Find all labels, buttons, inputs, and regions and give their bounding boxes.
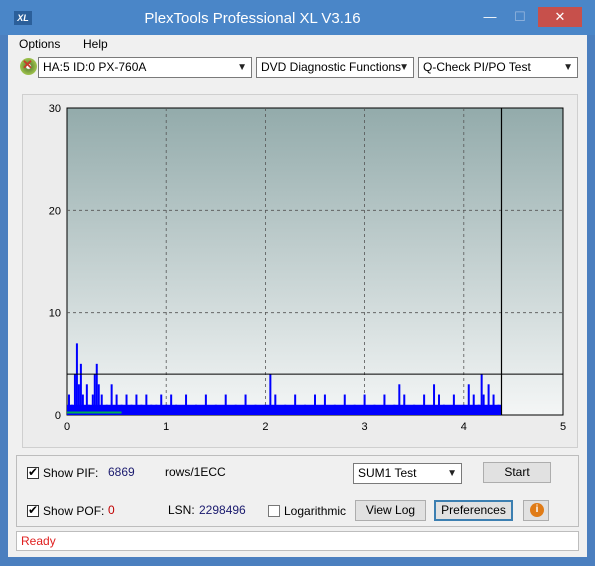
chevron-down-icon: ▼ [563,62,573,73]
client-area: Options Help HA:5 ID:0 PX-760A ▼ DVD Dia… [8,35,587,557]
maximize-button[interactable]: ☐ [507,7,533,27]
menu-bar: Options Help [8,35,587,54]
show-pif-label: Show PIF: [43,466,99,480]
status-bar: Ready [16,531,579,551]
info-icon: i [530,503,544,517]
function-select[interactable]: DVD Diagnostic Functions ▼ [256,57,414,78]
drive-select[interactable]: HA:5 ID:0 PX-760A ▼ [38,57,252,78]
start-button[interactable]: Start [483,462,551,483]
rows-label: rows/1ECC [165,465,226,479]
test-select-value: Q-Check PI/PO Test [423,60,531,74]
app-window: XL PlexTools Professional XL V3.16 — ☐ ✕… [0,0,595,566]
drive-select-value: HA:5 ID:0 PX-760A [43,60,147,74]
pif-value: 6869 [108,465,135,479]
pof-value: 0 [108,503,115,517]
x-tick-label: 4 [461,421,467,433]
window-title: PlexTools Professional XL V3.16 [144,10,361,27]
pif-baseline-fill [67,404,502,415]
y-tick-label: 0 [55,410,61,422]
close-button[interactable]: ✕ [538,7,582,27]
controls-panel: ✔ Show PIF: 6869 rows/1ECC SUM1 Test ▼ S… [16,455,579,527]
menu-options[interactable]: Options [19,37,60,51]
view-log-button[interactable]: View Log [355,500,426,521]
sum-test-select-value: SUM1 Test [358,466,417,480]
chevron-down-icon: ▼ [447,468,457,479]
minimize-button[interactable]: — [477,7,503,27]
function-select-value: DVD Diagnostic Functions [261,60,402,74]
pif-bar [75,343,78,415]
drive-icon [20,57,37,75]
pi-po-chart: 0 1 2 3 4 5 0 10 20 30 [49,103,566,433]
check-icon: ✔ [28,503,39,517]
info-button[interactable]: i [523,500,549,521]
show-pof-checkbox[interactable]: ✔ [27,503,39,517]
check-icon: ✔ [28,465,39,479]
chevron-down-icon: ▼ [399,62,409,73]
x-tick-label: 1 [163,421,169,433]
show-pif-checkbox[interactable]: ✔ [27,465,39,479]
logarithmic-checkbox[interactable] [268,505,280,517]
y-tick-label: 10 [49,308,61,320]
logarithmic-label: Logarithmic [284,504,347,518]
menu-help[interactable]: Help [83,37,108,51]
lsn-value: 2298496 [199,503,246,517]
x-tick-label: 2 [262,421,268,433]
chevron-down-icon: ▼ [237,62,247,73]
preferences-button[interactable]: Preferences [434,500,513,521]
show-pof-label: Show POF: [43,504,105,518]
y-tick-label: 30 [49,103,61,115]
x-tick-label: 3 [362,421,368,433]
test-select[interactable]: Q-Check PI/PO Test ▼ [418,57,578,78]
status-text: Ready [21,534,56,548]
plot-area [66,107,564,416]
y-tick-label: 20 [49,205,61,217]
title-bar[interactable]: XL PlexTools Professional XL V3.16 — ☐ ✕ [0,0,595,35]
sum-test-select[interactable]: SUM1 Test ▼ [353,463,462,484]
chart-panel: 0 1 2 3 4 5 0 10 20 30 [22,94,578,448]
toolbar: HA:5 ID:0 PX-760A ▼ DVD Diagnostic Funct… [8,55,587,83]
x-tick-label: 0 [64,421,70,433]
x-tick-label: 5 [560,421,566,433]
lsn-label: LSN: [168,503,195,517]
